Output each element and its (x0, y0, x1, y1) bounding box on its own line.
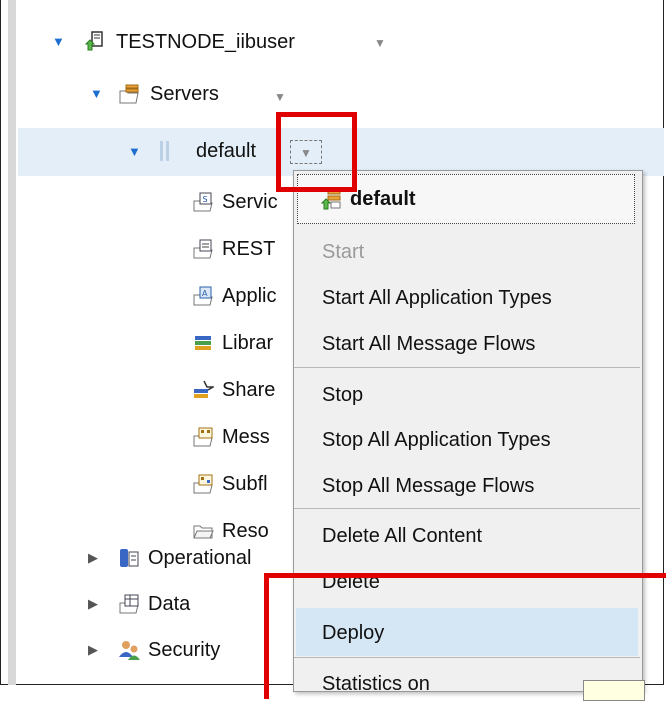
security-users-icon (119, 641, 140, 660)
menu-header-label: default (350, 188, 416, 210)
servers-label[interactable]: Servers (150, 74, 219, 114)
message-flows-icon (193, 427, 213, 447)
tooltip (583, 680, 645, 701)
panel-left-border (8, 0, 16, 685)
node-menu-chevron-down-icon[interactable]: ▼ (374, 36, 386, 50)
svg-text:S: S (203, 195, 208, 204)
services-icon: S (193, 192, 213, 212)
tree-child-services[interactable]: Servic (222, 182, 278, 222)
security-label[interactable]: Security (148, 630, 220, 670)
tree-child-shared[interactable]: Share (222, 370, 275, 410)
libraries-icon (195, 336, 211, 350)
servers-folder-icon (119, 84, 139, 104)
integration-node-icon (84, 31, 103, 51)
menu-item-stop-all-application-types[interactable]: Stop All Application Types (322, 429, 551, 452)
menu-item-start-all-application-types[interactable]: Start All Application Types (322, 287, 552, 310)
menu-item-start-all-message-flows[interactable]: Start All Message Flows (322, 333, 535, 356)
context-menu: default Start Start All Application Type… (293, 170, 643, 692)
tree-child-rest[interactable]: REST (222, 229, 275, 269)
tree-child-subflows[interactable]: Subfl (222, 464, 268, 504)
servers-menu-chevron-down-icon[interactable]: ▼ (274, 90, 286, 104)
svg-text:A: A (202, 289, 208, 298)
menu-separator (294, 367, 640, 368)
annotation-box-dropdown (276, 112, 357, 192)
operational-policy-icon (120, 549, 139, 567)
menu-item-stop[interactable]: Stop (322, 384, 363, 407)
data-label[interactable]: Data (148, 584, 190, 624)
server-icon (160, 141, 169, 161)
expand-data-icon[interactable]: ▶ (88, 584, 98, 624)
menu-item-deploy[interactable]: Deploy (322, 622, 384, 645)
menu-item-delete-all-content[interactable]: Delete All Content (322, 525, 482, 548)
menu-item-statistics-on[interactable]: Statistics on (322, 673, 430, 691)
menu-separator (294, 508, 640, 509)
node-label[interactable]: TESTNODE_iibuser (116, 22, 295, 62)
menu-separator (294, 657, 640, 658)
menu-item-start: Start (322, 241, 365, 263)
applications-icon: A (193, 286, 213, 306)
tree-child-applications[interactable]: Applic (222, 276, 276, 316)
subflows-icon (193, 474, 213, 494)
data-icon (119, 594, 139, 614)
expand-security-icon[interactable]: ▶ (88, 630, 98, 670)
annotation-line-top (264, 573, 666, 578)
operational-label[interactable]: Operational (148, 538, 251, 578)
shared-libraries-icon (194, 380, 214, 398)
expand-servers-icon[interactable]: ▼ (90, 74, 103, 114)
expand-node-icon[interactable]: ▼ (52, 22, 65, 62)
menu-item-stop-all-message-flows[interactable]: Stop All Message Flows (322, 475, 534, 498)
default-server-label[interactable]: default (196, 131, 256, 171)
tree-child-libraries[interactable]: Librar (222, 323, 273, 363)
expand-default-server-icon[interactable]: ▼ (128, 132, 141, 172)
expand-operational-icon[interactable]: ▶ (88, 538, 98, 578)
rest-apis-icon (193, 239, 213, 259)
tree-child-message-flows[interactable]: Mess (222, 417, 270, 457)
annotation-line-left (264, 573, 269, 699)
